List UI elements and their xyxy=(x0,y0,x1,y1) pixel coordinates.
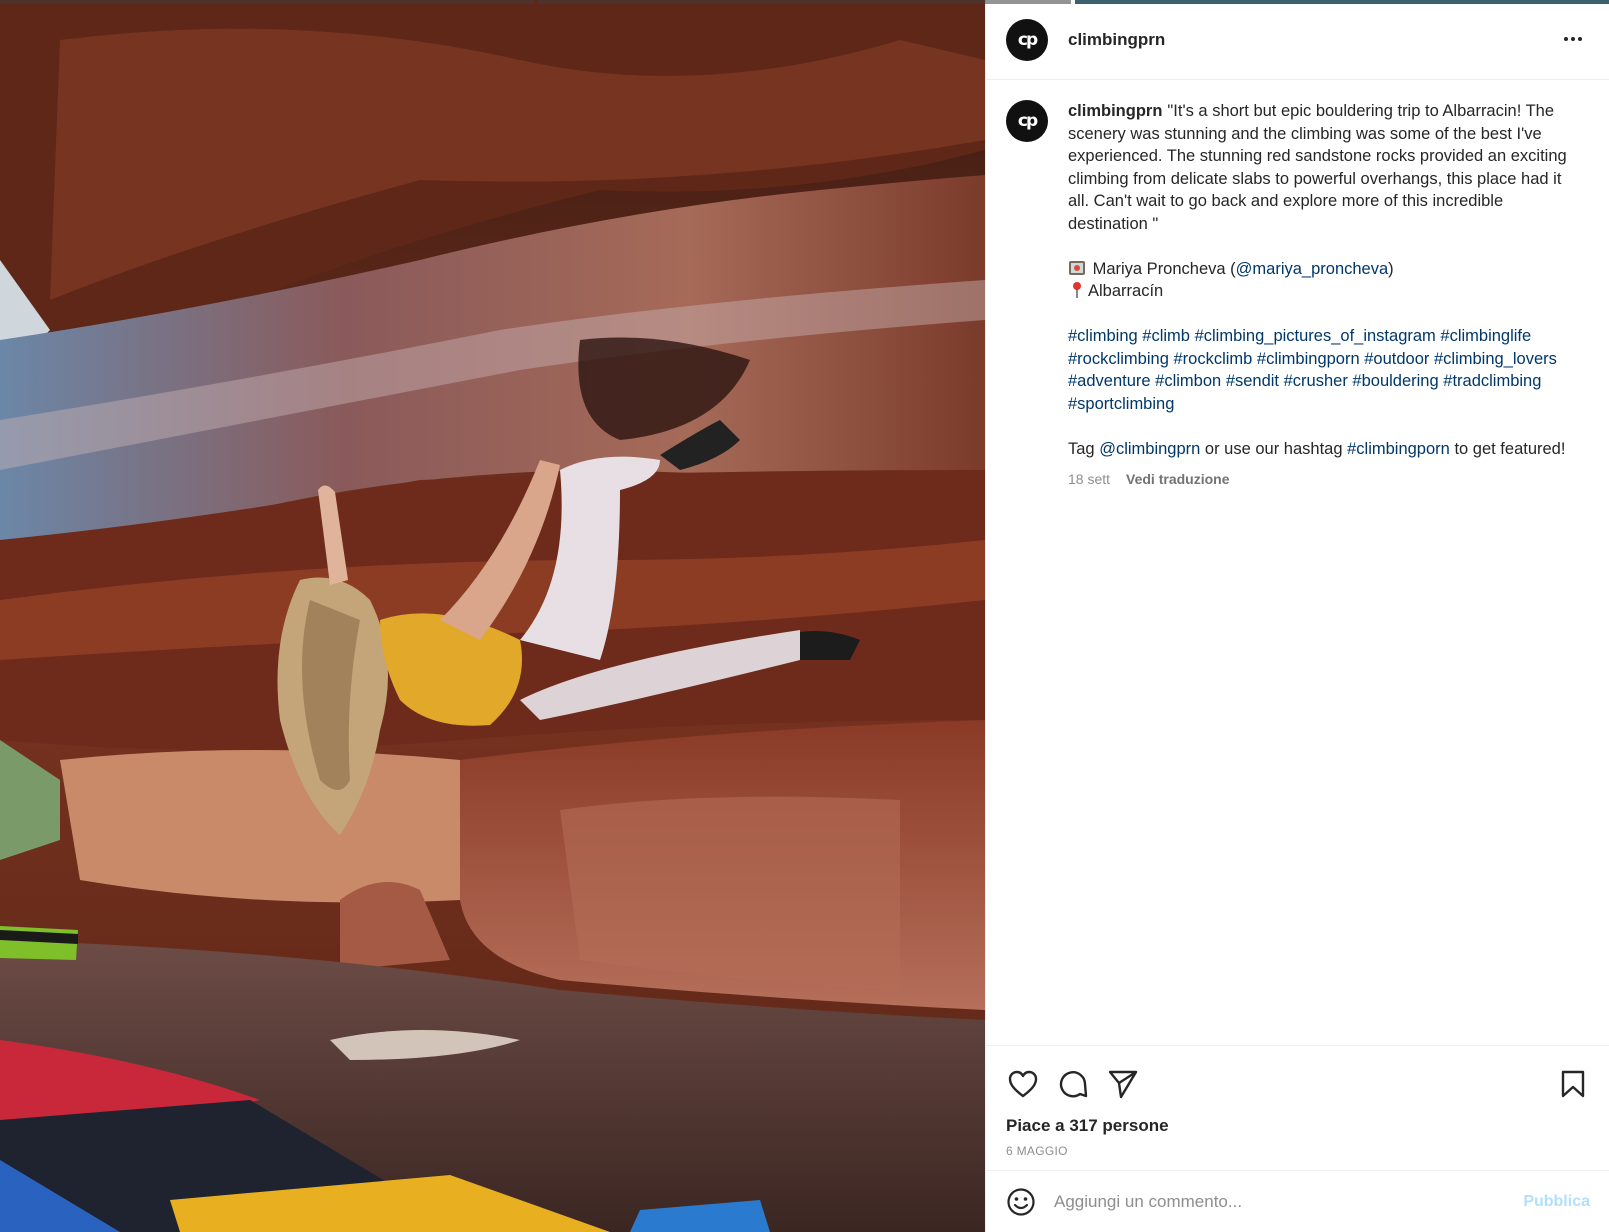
caption-meta: 18 sett Vedi traduzione xyxy=(1068,468,1578,491)
progress-segment xyxy=(1075,0,1609,4)
send-icon[interactable] xyxy=(1106,1067,1140,1101)
action-icons xyxy=(1006,1064,1590,1104)
bookmark-icon[interactable] xyxy=(1556,1067,1590,1101)
avatar[interactable]: cp xyxy=(1006,100,1048,142)
post-date: 6 MAGGIO xyxy=(1006,1144,1068,1158)
hashtag-link[interactable]: #rockclimbing xyxy=(1068,350,1169,368)
hashtag-link[interactable]: #climbingporn xyxy=(1257,350,1360,368)
hashtag-link[interactable]: #climbing_lovers xyxy=(1434,350,1557,368)
credit-handle-link[interactable]: @mariya_proncheva xyxy=(1236,260,1389,278)
hashtag-link[interactable]: #crusher xyxy=(1284,372,1348,390)
comment-icon[interactable] xyxy=(1056,1067,1090,1101)
more-horizontal-icon[interactable] xyxy=(1558,28,1588,50)
climbing-photo-illustration xyxy=(0,0,985,1232)
location-text: Albarracín xyxy=(1088,282,1164,300)
hashtag-link[interactable]: #adventure xyxy=(1068,372,1151,390)
hashtag-link[interactable]: #rockclimb xyxy=(1173,350,1252,368)
pin-emoji-icon xyxy=(1073,282,1081,298)
see-translation-button[interactable]: Vedi traduzione xyxy=(1126,468,1229,491)
credit-name: Mariya Proncheva xyxy=(1092,259,1226,278)
smile-icon[interactable] xyxy=(1006,1187,1036,1217)
location-line: Albarracín xyxy=(1068,280,1578,303)
comment-bar: Pubblica xyxy=(986,1170,1609,1232)
avatar-logo: cp xyxy=(1017,111,1038,131)
hashtag-list: #climbing #climb #climbing_pictures_of_i… xyxy=(1068,325,1578,415)
comment-input[interactable] xyxy=(1054,1191,1484,1212)
caption-time[interactable]: 18 sett xyxy=(1068,468,1110,491)
hashtag-link[interactable]: #tradclimbing xyxy=(1443,372,1541,390)
avatar-logo: cp xyxy=(1017,29,1038,50)
post-header: cp climbingprn xyxy=(986,0,1609,80)
hashtag-link[interactable]: #bouldering xyxy=(1352,372,1438,390)
likes-count[interactable]: Piace a 317 persone xyxy=(1006,1116,1169,1136)
cta-hashtag-link[interactable]: #climbingporn xyxy=(1347,440,1450,458)
avatar[interactable]: cp xyxy=(1006,18,1048,61)
camera-emoji-icon xyxy=(1069,260,1085,275)
hashtag-link[interactable]: #climbinglife xyxy=(1440,327,1531,345)
progress-segment xyxy=(0,0,534,4)
hashtag-link[interactable]: #sendit xyxy=(1226,372,1279,390)
caption-username[interactable]: climbingprn xyxy=(1068,102,1162,120)
progress-segment xyxy=(537,0,1072,4)
hashtag-link[interactable]: #climbon xyxy=(1155,372,1221,390)
story-progress xyxy=(0,0,1609,4)
cta-line: Tag @climbingprn or use our hashtag #cli… xyxy=(1068,438,1578,461)
post-photo[interactable] xyxy=(0,0,985,1232)
hashtag-link[interactable]: #outdoor xyxy=(1364,350,1429,368)
caption-area: cp climbingprn "It's a short but epic bou… xyxy=(1006,100,1590,491)
hashtag-link[interactable]: #climb xyxy=(1142,327,1190,345)
post-username[interactable]: climbingprn xyxy=(1068,30,1165,50)
hashtag-link[interactable]: #sportclimbing xyxy=(1068,395,1174,413)
caption-text: climbingprn "It's a short but epic boulde… xyxy=(1068,100,1578,491)
heart-icon[interactable] xyxy=(1006,1067,1040,1101)
cta-handle-link[interactable]: @climbingprn xyxy=(1099,440,1200,458)
publish-button[interactable]: Pubblica xyxy=(1523,1193,1590,1211)
credit-close: ) xyxy=(1388,259,1394,278)
caption-row: cp climbingprn "It's a short but epic bou… xyxy=(1006,100,1590,491)
post-side-panel: cp climbingprn cp climbingprn "It's a sho… xyxy=(985,0,1609,1232)
hashtag-link[interactable]: #climbing_pictures_of_instagram xyxy=(1195,327,1436,345)
hashtag-link[interactable]: #climbing xyxy=(1068,327,1138,345)
cta-suffix: to get featured! xyxy=(1454,439,1566,458)
caption-body: "It's a short but epic bouldering trip t… xyxy=(1068,102,1567,233)
cta-middle: or use our hashtag xyxy=(1204,439,1343,458)
cta-prefix: Tag xyxy=(1068,439,1095,458)
photo-credit: Mariya Proncheva (@mariya_proncheva) xyxy=(1068,258,1578,281)
